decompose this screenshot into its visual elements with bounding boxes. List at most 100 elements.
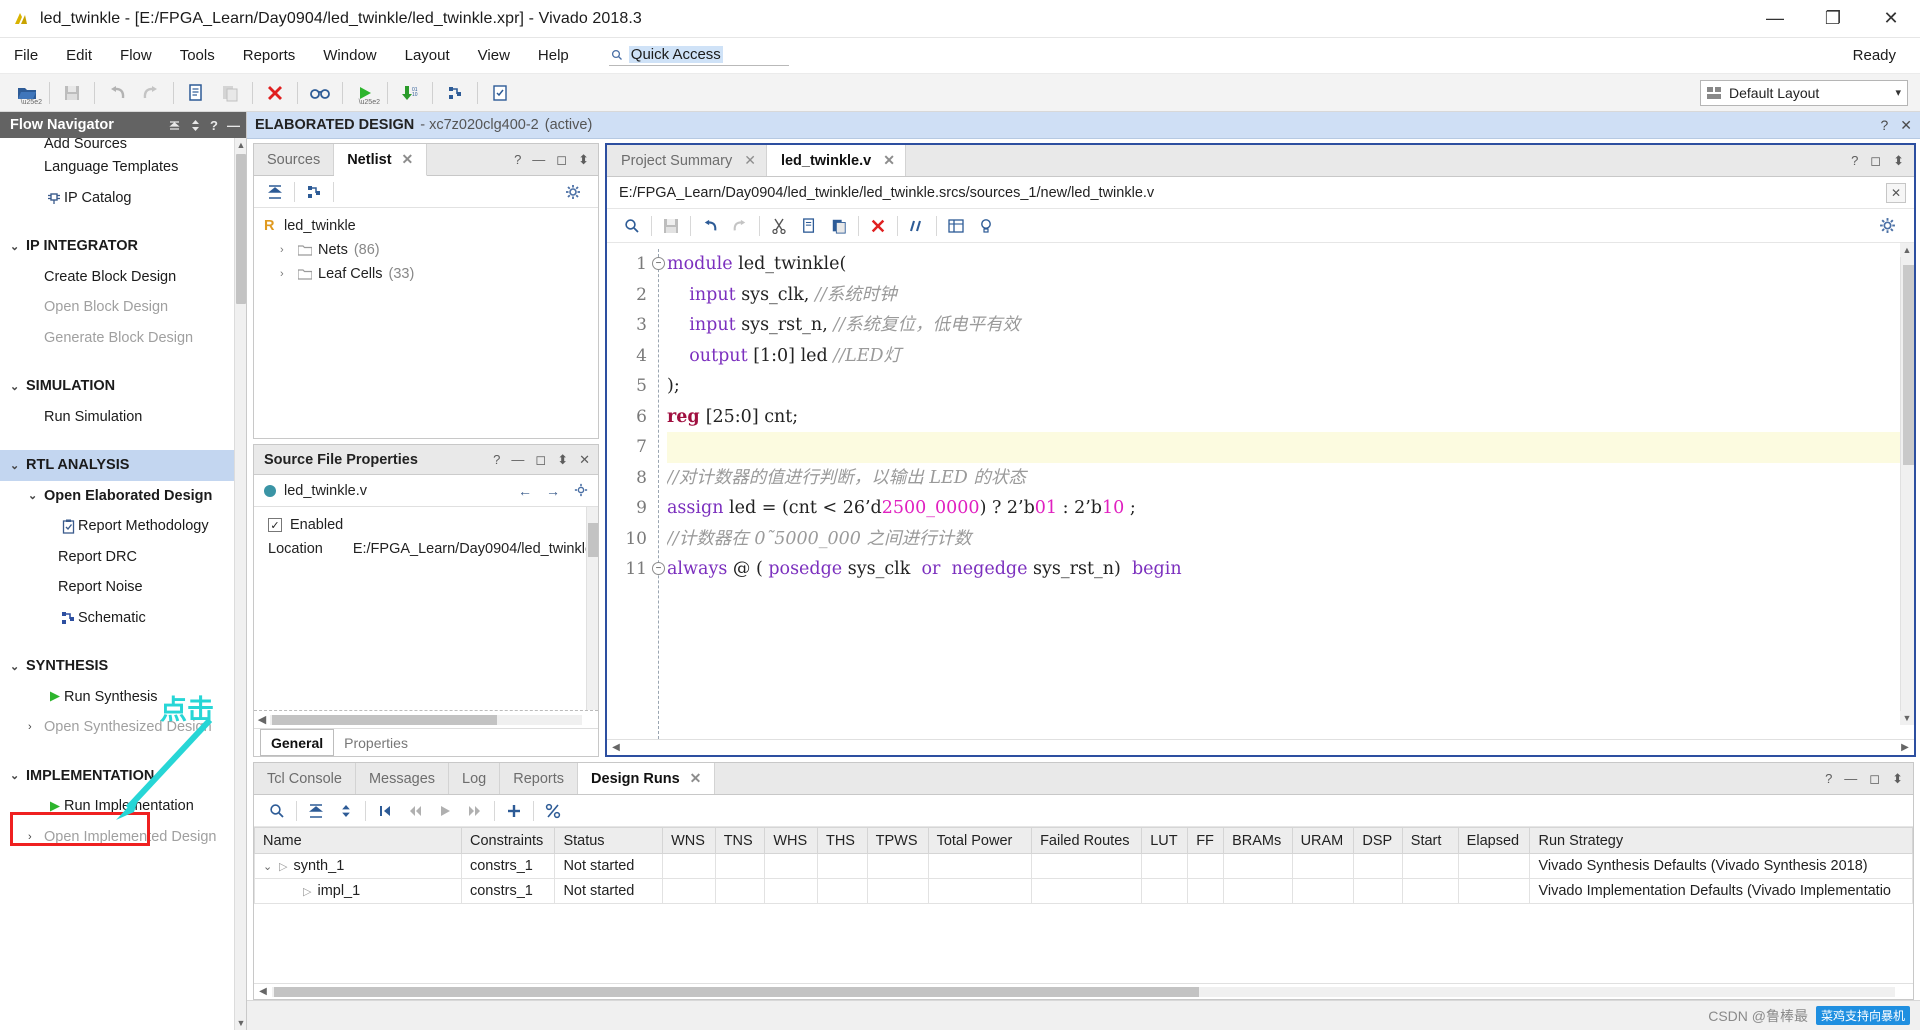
code-line[interactable]: assign led = (cnt < 26’d2500_0000) ? 2’b… xyxy=(667,493,1914,524)
maximize-button[interactable]: ❐ xyxy=(1804,0,1862,37)
column-header-name[interactable]: Name xyxy=(254,827,462,854)
tab-log[interactable]: Log xyxy=(449,763,501,794)
tab-tcl-console[interactable]: Tcl Console xyxy=(254,763,356,794)
help-icon[interactable]: ? xyxy=(1825,771,1832,786)
design-runs-table-wrap[interactable]: Name Constraints Status WNS TNS WHS THS TPWS Tot… xyxy=(254,827,1913,983)
quick-access-search[interactable]: Quick Access xyxy=(608,45,789,66)
flow-nav-item-run-implementation[interactable]: Run Implementation xyxy=(0,791,234,822)
chevron-right-icon[interactable]: › xyxy=(280,268,292,280)
hscroll-track[interactable] xyxy=(272,986,1895,997)
gear-icon[interactable] xyxy=(1872,213,1902,239)
expander-icon[interactable]: ⌄ xyxy=(263,860,273,873)
scrollbar-thumb[interactable] xyxy=(236,154,246,304)
close-icon[interactable]: ✕ xyxy=(883,152,895,169)
code-line[interactable]: //对计数器的值进行判断，以输出 LED 的状态 xyxy=(667,463,1914,494)
code-fold-column[interactable]: − − xyxy=(651,243,667,739)
copy-icon[interactable] xyxy=(794,213,824,239)
tab-messages[interactable]: Messages xyxy=(356,763,450,794)
open-project-icon[interactable]: \u25e2 xyxy=(10,78,44,108)
gear-icon[interactable] xyxy=(574,483,588,499)
column-header-run-strategy[interactable]: Run Strategy xyxy=(1529,827,1913,854)
scrollbar-thumb[interactable] xyxy=(274,986,1200,997)
column-header-constraints[interactable]: Constraints xyxy=(460,827,556,854)
flow-nav-item-open-synthesized-design[interactable]: › Open Synthesized Design xyxy=(0,712,234,743)
float-panel-icon[interactable]: ⬍ xyxy=(557,452,568,468)
chevron-right-icon[interactable]: › xyxy=(280,244,292,256)
menu-tools[interactable]: Tools xyxy=(166,43,229,68)
delete-icon[interactable] xyxy=(258,78,292,108)
menu-file[interactable]: File xyxy=(0,43,52,68)
chevron-icon[interactable]: › xyxy=(28,831,44,843)
redo-icon[interactable] xyxy=(725,213,755,239)
column-header-lut[interactable]: LUT xyxy=(1141,827,1189,854)
run-icon[interactable]: \u25e2 xyxy=(348,78,382,108)
tab-general[interactable]: General xyxy=(260,729,335,756)
forward-icon[interactable]: → xyxy=(546,483,560,499)
download-bitstream-icon[interactable]: 01 10 xyxy=(393,78,427,108)
tab-properties[interactable]: Properties xyxy=(334,729,418,756)
column-header-brams[interactable]: BRAMs xyxy=(1223,827,1293,854)
tab-reports[interactable]: Reports xyxy=(500,763,579,794)
first-run-icon[interactable] xyxy=(370,798,400,824)
scroll-left-icon[interactable]: ◀ xyxy=(254,986,272,997)
comment-icon[interactable] xyxy=(902,213,932,239)
percent-icon[interactable] xyxy=(538,798,568,824)
flow-nav-item-ip-catalog[interactable]: IP Catalog xyxy=(0,183,234,214)
scroll-down-icon[interactable]: ▼ xyxy=(235,1016,246,1030)
code-line[interactable]: module led_twinkle( xyxy=(667,249,1914,280)
minimize-panel-icon[interactable]: — xyxy=(1844,771,1857,786)
chevron-icon[interactable]: › xyxy=(28,721,44,733)
report-icon[interactable] xyxy=(483,78,517,108)
flow-nav-item-synthesis[interactable]: ⌄ SYNTHESIS xyxy=(0,651,234,682)
menu-view[interactable]: View xyxy=(464,43,524,68)
gear-icon[interactable] xyxy=(558,179,588,205)
flow-nav-item-report-drc[interactable]: Report DRC xyxy=(0,542,234,573)
close-icon[interactable]: ✕ xyxy=(402,151,414,168)
save-icon[interactable] xyxy=(55,78,89,108)
column-header-failed-routes[interactable]: Failed Routes xyxy=(1031,827,1143,854)
close-icon[interactable]: ✕ xyxy=(690,770,702,787)
help-icon[interactable]: ? xyxy=(1851,153,1858,168)
schematic-icon[interactable] xyxy=(299,179,329,205)
chevron-icon[interactable]: ⌄ xyxy=(10,660,26,673)
column-header-tns[interactable]: TNS xyxy=(714,827,766,854)
code-hscrollbar[interactable]: ◀ ▶ xyxy=(607,739,1914,755)
maximize-panel-icon[interactable]: ◻ xyxy=(1869,771,1880,787)
table-row[interactable]: ⌄ ▷ synth_1 constrs_1 Not started Vivado Synt… xyxy=(254,853,1913,879)
flow-nav-item-run-simulation[interactable]: Run Simulation xyxy=(0,402,234,433)
flow-nav-item-run-synthesis[interactable]: Run Synthesis xyxy=(0,682,234,713)
help-icon[interactable]: ? xyxy=(493,452,500,468)
undo-icon[interactable] xyxy=(695,213,725,239)
collapse-all-icon[interactable] xyxy=(260,179,290,205)
scrollbar-thumb[interactable] xyxy=(272,714,497,725)
flow-nav-item-ip-integrator[interactable]: ⌄ IP INTEGRATOR xyxy=(0,231,234,262)
minimize-panel-icon[interactable]: — xyxy=(227,118,240,133)
close-button[interactable]: ✕ xyxy=(1862,0,1920,37)
scroll-left-icon[interactable]: ◀ xyxy=(607,742,625,753)
column-header-total-power[interactable]: Total Power xyxy=(927,827,1033,854)
scroll-left-icon[interactable]: ◀ xyxy=(254,713,270,726)
table-row[interactable]: ▷ impl_1 constrs_1 Not started Vivado Implem… xyxy=(254,878,1913,904)
close-icon[interactable]: ✕ xyxy=(579,452,590,468)
code-line[interactable]: reg [25:0] cnt; xyxy=(667,402,1914,433)
help-icon[interactable]: ? xyxy=(514,152,521,167)
scroll-right-icon[interactable]: ▶ xyxy=(1896,742,1914,753)
redo-icon[interactable] xyxy=(134,78,168,108)
fold-toggle-icon[interactable]: − xyxy=(652,562,665,575)
minimize-button[interactable]: — xyxy=(1746,0,1804,37)
fold-toggle-icon[interactable]: − xyxy=(652,257,665,270)
menu-edit[interactable]: Edit xyxy=(52,43,106,68)
code-vscrollbar[interactable]: ▲ ▼ xyxy=(1900,243,1914,725)
code-line[interactable] xyxy=(667,432,1914,463)
chevron-icon[interactable]: ⌄ xyxy=(10,240,26,253)
hscroll-track[interactable] xyxy=(270,714,582,725)
netlist-node-leaf-cells[interactable]: › Leaf Cells (33) xyxy=(254,262,598,286)
chevron-icon[interactable]: ⌄ xyxy=(10,769,26,782)
flow-nav-item-implementation[interactable]: ⌄ IMPLEMENTATION xyxy=(0,761,234,792)
flow-navigator-scrollbar[interactable]: ▲ ▼ xyxy=(234,138,246,1030)
column-header-start[interactable]: Start xyxy=(1401,827,1459,854)
enabled-checkbox-row[interactable]: ✓ Enabled xyxy=(254,507,598,533)
properties-scrollbar[interactable] xyxy=(586,507,598,710)
float-panel-icon[interactable]: ⬍ xyxy=(578,152,589,168)
delete-icon[interactable] xyxy=(863,213,893,239)
